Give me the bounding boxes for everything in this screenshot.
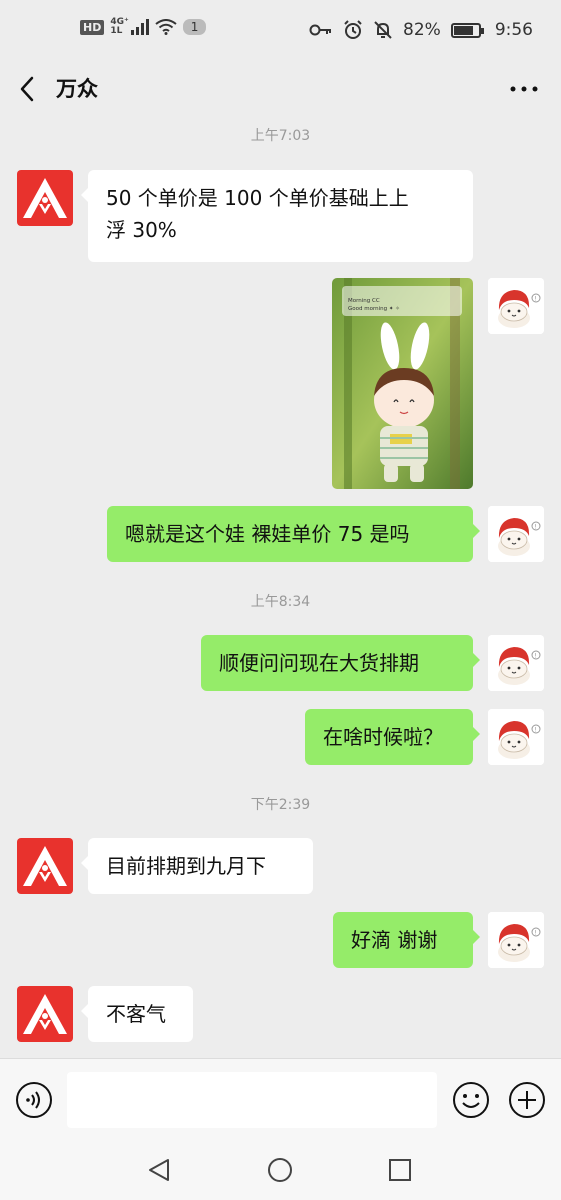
- more-functions-button[interactable]: [508, 1081, 546, 1119]
- brand-logo-icon: [17, 986, 73, 1042]
- message-text: 50 个单价是 100 个单价基础上上: [106, 186, 409, 210]
- message-input[interactable]: [67, 1072, 437, 1128]
- photo-image: Morning CC Good morning ✦ ✧: [332, 278, 473, 489]
- hd-badge: HD: [80, 19, 105, 35]
- brand-logo-icon: [17, 838, 73, 894]
- nav-recents-button[interactable]: [386, 1156, 414, 1184]
- battery-icon: [450, 22, 484, 38]
- message-bubble-outgoing[interactable]: 嗯就是这个娃 裸娃单价 75 是吗: [107, 506, 480, 562]
- cartoon-avatar-icon: [488, 635, 544, 691]
- message-bubble-incoming[interactable]: 目前排期到九月下: [81, 838, 313, 894]
- triangle-back-icon: [149, 1159, 169, 1181]
- status-bar: HD 4G⁺ 1L 1 82% 9:56: [0, 0, 561, 62]
- contact-avatar[interactable]: [17, 170, 73, 226]
- message-text: 嗯就是这个娃 裸娃单价 75 是吗: [125, 522, 410, 546]
- sim-badge: 1: [182, 19, 207, 35]
- nav-back-button[interactable]: [146, 1156, 174, 1184]
- wifi-icon: [155, 19, 177, 35]
- message-text: 好滴 谢谢: [351, 928, 438, 952]
- clock: 9:56: [494, 20, 533, 40]
- message-text: 不客气: [106, 1002, 166, 1026]
- message-bubble-outgoing[interactable]: 好滴 谢谢: [333, 912, 480, 968]
- system-nav-bar: [0, 1142, 561, 1200]
- signal-icon: [130, 19, 149, 35]
- photo-caption: Good morning ✦ ✧: [348, 305, 400, 312]
- timestamp: 下午2:39: [250, 797, 311, 813]
- nav-home-button[interactable]: [266, 1156, 294, 1184]
- message-text: 浮 30%: [106, 218, 177, 242]
- back-button[interactable]: [14, 72, 44, 106]
- chat-title: 万众: [56, 77, 98, 101]
- contact-avatar[interactable]: [17, 986, 73, 1042]
- battery-percent: 82%: [403, 20, 441, 40]
- message-bubble-incoming[interactable]: 不客气: [81, 986, 193, 1042]
- cartoon-avatar-icon: [488, 912, 544, 968]
- chevron-left-icon: [20, 76, 34, 102]
- network-indicator: 4G⁺ 1L: [110, 18, 149, 36]
- cartoon-avatar-icon: [488, 506, 544, 562]
- brand-logo-icon: [17, 170, 73, 226]
- emoji-icon: [453, 1082, 489, 1118]
- more-dots-icon: [510, 86, 538, 92]
- bell-off-icon: [374, 21, 392, 39]
- message-bubble-outgoing[interactable]: 顺便问问现在大货排期: [201, 635, 480, 691]
- input-bar: [0, 1058, 561, 1142]
- voice-button[interactable]: [15, 1081, 53, 1119]
- my-avatar[interactable]: [488, 912, 544, 968]
- timestamp: 上午7:03: [250, 128, 311, 144]
- voice-icon: [16, 1082, 52, 1118]
- network-sub: 1L: [110, 26, 123, 36]
- message-text: 在啥时候啦？: [323, 725, 443, 749]
- my-avatar[interactable]: [488, 506, 544, 562]
- plus-icon: [509, 1082, 545, 1118]
- cartoon-avatar-icon: [488, 278, 544, 334]
- contact-avatar[interactable]: [17, 838, 73, 894]
- alarm-icon: [344, 20, 362, 39]
- my-avatar[interactable]: [488, 635, 544, 691]
- emoji-button[interactable]: [452, 1081, 490, 1119]
- photo-caption: Morning CC: [348, 298, 380, 304]
- circle-home-icon: [268, 1158, 292, 1182]
- key-icon: [309, 24, 332, 36]
- chat-header: 万众: [0, 62, 561, 116]
- my-avatar[interactable]: [488, 278, 544, 334]
- message-text: 顺便问问现在大货排期: [219, 651, 419, 675]
- photo-message[interactable]: Morning CC Good morning ✦ ✧: [332, 278, 473, 489]
- square-recents-icon: [389, 1159, 411, 1181]
- my-avatar[interactable]: [488, 709, 544, 765]
- message-bubble-incoming[interactable]: 50 个单价是 100 个单价基础上上 浮 30%: [81, 170, 473, 262]
- message-text: 目前排期到九月下: [106, 854, 266, 878]
- message-bubble-outgoing[interactable]: 在啥时候啦？: [305, 709, 480, 765]
- timestamp: 上午8:34: [250, 594, 311, 610]
- more-button[interactable]: [509, 74, 539, 104]
- cartoon-avatar-icon: [488, 709, 544, 765]
